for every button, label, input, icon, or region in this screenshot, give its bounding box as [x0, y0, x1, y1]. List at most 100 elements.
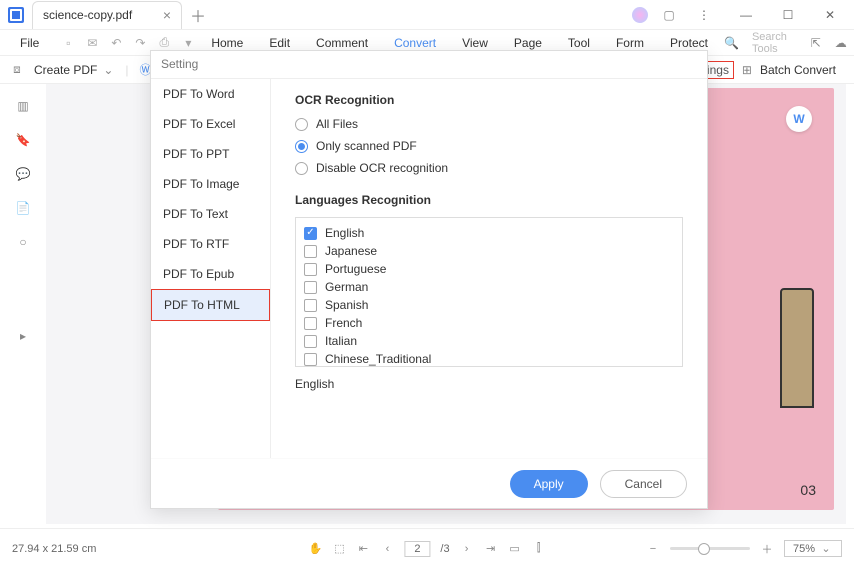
sidebar-item-pdf-to-excel[interactable]: PDF To Excel	[151, 109, 270, 139]
sidebar-item-pdf-to-epub[interactable]: PDF To Epub	[151, 259, 270, 289]
cancel-button[interactable]: Cancel	[600, 470, 687, 498]
dialog-title: Setting	[151, 51, 707, 79]
lang-option-english[interactable]: English	[304, 224, 674, 242]
menu-form[interactable]: Form	[606, 36, 654, 50]
left-sidebar: ▥ 🔖 💬 📄 ○ ▸	[0, 84, 46, 524]
titlebar: science-copy.pdf × ＋ ▢ ⋮ — ☐ ✕	[0, 0, 854, 30]
more-icon[interactable]: ⋮	[690, 5, 718, 25]
divider: |	[125, 63, 128, 77]
ocr-heading: OCR Recognition	[295, 93, 683, 107]
languages-listbox[interactable]: English Japanese Portuguese German Spani…	[295, 217, 683, 367]
checkbox-icon	[304, 335, 317, 348]
sidebar-item-pdf-to-image[interactable]: PDF To Image	[151, 169, 270, 199]
lang-option-spanish[interactable]: Spanish	[304, 296, 674, 314]
print-icon[interactable]: ⎙	[157, 35, 171, 50]
radio-icon	[295, 118, 308, 131]
last-page-icon[interactable]: ⇥	[484, 542, 498, 555]
page-number-label: 03	[800, 482, 816, 498]
hand-tool-icon[interactable]: ✋	[308, 542, 322, 555]
first-page-icon[interactable]: ⇤	[356, 542, 370, 555]
expand-sidebar-icon[interactable]: ▸	[15, 328, 31, 344]
sidebar-item-pdf-to-word[interactable]: PDF To Word	[151, 79, 270, 109]
zoom-in-icon[interactable]: ＋	[760, 541, 774, 557]
sidebar-item-pdf-to-html[interactable]: PDF To HTML	[151, 289, 270, 321]
menu-file[interactable]: File	[10, 36, 49, 50]
menu-view[interactable]: View	[452, 36, 498, 50]
ocr-option-disable[interactable]: Disable OCR recognition	[295, 161, 683, 175]
maximize-button[interactable]: ☐	[774, 5, 802, 25]
checkbox-checked-icon	[304, 227, 317, 240]
fit-page-icon[interactable]: ▭	[508, 542, 522, 555]
zoom-level-label: 75%	[793, 543, 815, 555]
export-icon[interactable]: ⇱	[811, 36, 821, 50]
tab-title: science-copy.pdf	[43, 8, 132, 22]
checkbox-icon	[304, 353, 317, 366]
select-tool-icon[interactable]: ⬚	[332, 542, 346, 555]
sidebar-item-pdf-to-text[interactable]: PDF To Text	[151, 199, 270, 229]
checkbox-icon	[304, 317, 317, 330]
cloud-icon[interactable]: ☁	[835, 36, 847, 50]
menu-edit[interactable]: Edit	[259, 36, 300, 50]
batch-icon: ⊞	[740, 63, 754, 77]
view-mode-icon[interactable]: ⫿	[532, 542, 546, 555]
lang-label: Spanish	[325, 298, 368, 312]
checkbox-icon	[304, 299, 317, 312]
menu-tool[interactable]: Tool	[558, 36, 600, 50]
lang-option-portuguese[interactable]: Portuguese	[304, 260, 674, 278]
profile-icon[interactable]	[632, 7, 648, 23]
search-panel-icon[interactable]: ○	[15, 234, 31, 250]
redo-icon[interactable]: ↷	[133, 36, 147, 50]
close-window-button[interactable]: ✕	[816, 5, 844, 25]
radio-icon	[295, 162, 308, 175]
dialog-footer: Apply Cancel	[151, 458, 707, 508]
menu-home[interactable]: Home	[201, 36, 253, 50]
lang-label: English	[325, 226, 364, 240]
thumbnails-icon[interactable]: ▥	[15, 98, 31, 114]
lang-option-japanese[interactable]: Japanese	[304, 242, 674, 260]
search-tools-input[interactable]: Search Tools	[752, 31, 797, 55]
apply-button[interactable]: Apply	[510, 470, 588, 498]
page-number-input[interactable]: 2	[404, 541, 430, 557]
search-icon[interactable]: 🔍	[724, 36, 738, 50]
lang-option-german[interactable]: German	[304, 278, 674, 296]
save-icon[interactable]: ▫	[61, 36, 75, 50]
ocr-option-only-scanned[interactable]: Only scanned PDF	[295, 139, 683, 153]
lang-label: Portuguese	[325, 262, 386, 276]
share-square-icon[interactable]: ▢	[662, 8, 676, 22]
document-tab[interactable]: science-copy.pdf ×	[32, 1, 182, 29]
undo-icon[interactable]: ↶	[109, 36, 123, 50]
close-tab-icon[interactable]: ×	[163, 7, 171, 23]
dropdown-icon[interactable]: ▾	[181, 36, 195, 50]
zoom-level-dropdown[interactable]: 75% ⌄	[784, 540, 842, 557]
menu-page[interactable]: Page	[504, 36, 552, 50]
sidebar-item-pdf-to-rtf[interactable]: PDF To RTF	[151, 229, 270, 259]
add-tab-button[interactable]: ＋	[190, 3, 206, 27]
mail-icon[interactable]: ✉	[85, 36, 99, 50]
minimize-button[interactable]: —	[732, 5, 760, 25]
lang-option-french[interactable]: French	[304, 314, 674, 332]
menu-protect[interactable]: Protect	[660, 36, 718, 50]
ocr-option-label: Disable OCR recognition	[316, 161, 448, 175]
ocr-option-label: Only scanned PDF	[316, 139, 417, 153]
lang-option-italian[interactable]: Italian	[304, 332, 674, 350]
lang-option-chinese-traditional[interactable]: Chinese_Traditional	[304, 350, 674, 367]
next-page-icon[interactable]: ›	[460, 543, 474, 555]
dialog-sidebar: PDF To Word PDF To Excel PDF To PPT PDF …	[151, 79, 271, 458]
prev-page-icon[interactable]: ‹	[380, 543, 394, 555]
menu-comment[interactable]: Comment	[306, 36, 378, 50]
checkbox-icon	[304, 245, 317, 258]
zoom-out-icon[interactable]: −	[646, 543, 660, 555]
batch-convert-button[interactable]: Batch Convert	[760, 63, 836, 77]
lang-label: German	[325, 280, 368, 294]
ocr-option-all-files[interactable]: All Files	[295, 117, 683, 131]
menu-convert[interactable]: Convert	[384, 36, 446, 50]
attachments-icon[interactable]: 📄	[15, 200, 31, 216]
app-icon	[8, 7, 24, 23]
comments-icon[interactable]: 💬	[15, 166, 31, 182]
word-badge-icon[interactable]: W	[786, 106, 812, 132]
create-pdf-button[interactable]: Create PDF ⌄	[34, 63, 115, 77]
zoom-slider[interactable]	[670, 547, 750, 550]
sidebar-item-pdf-to-ppt[interactable]: PDF To PPT	[151, 139, 270, 169]
bookmarks-icon[interactable]: 🔖	[15, 132, 31, 148]
crop-icon[interactable]: ⧈	[10, 62, 24, 77]
